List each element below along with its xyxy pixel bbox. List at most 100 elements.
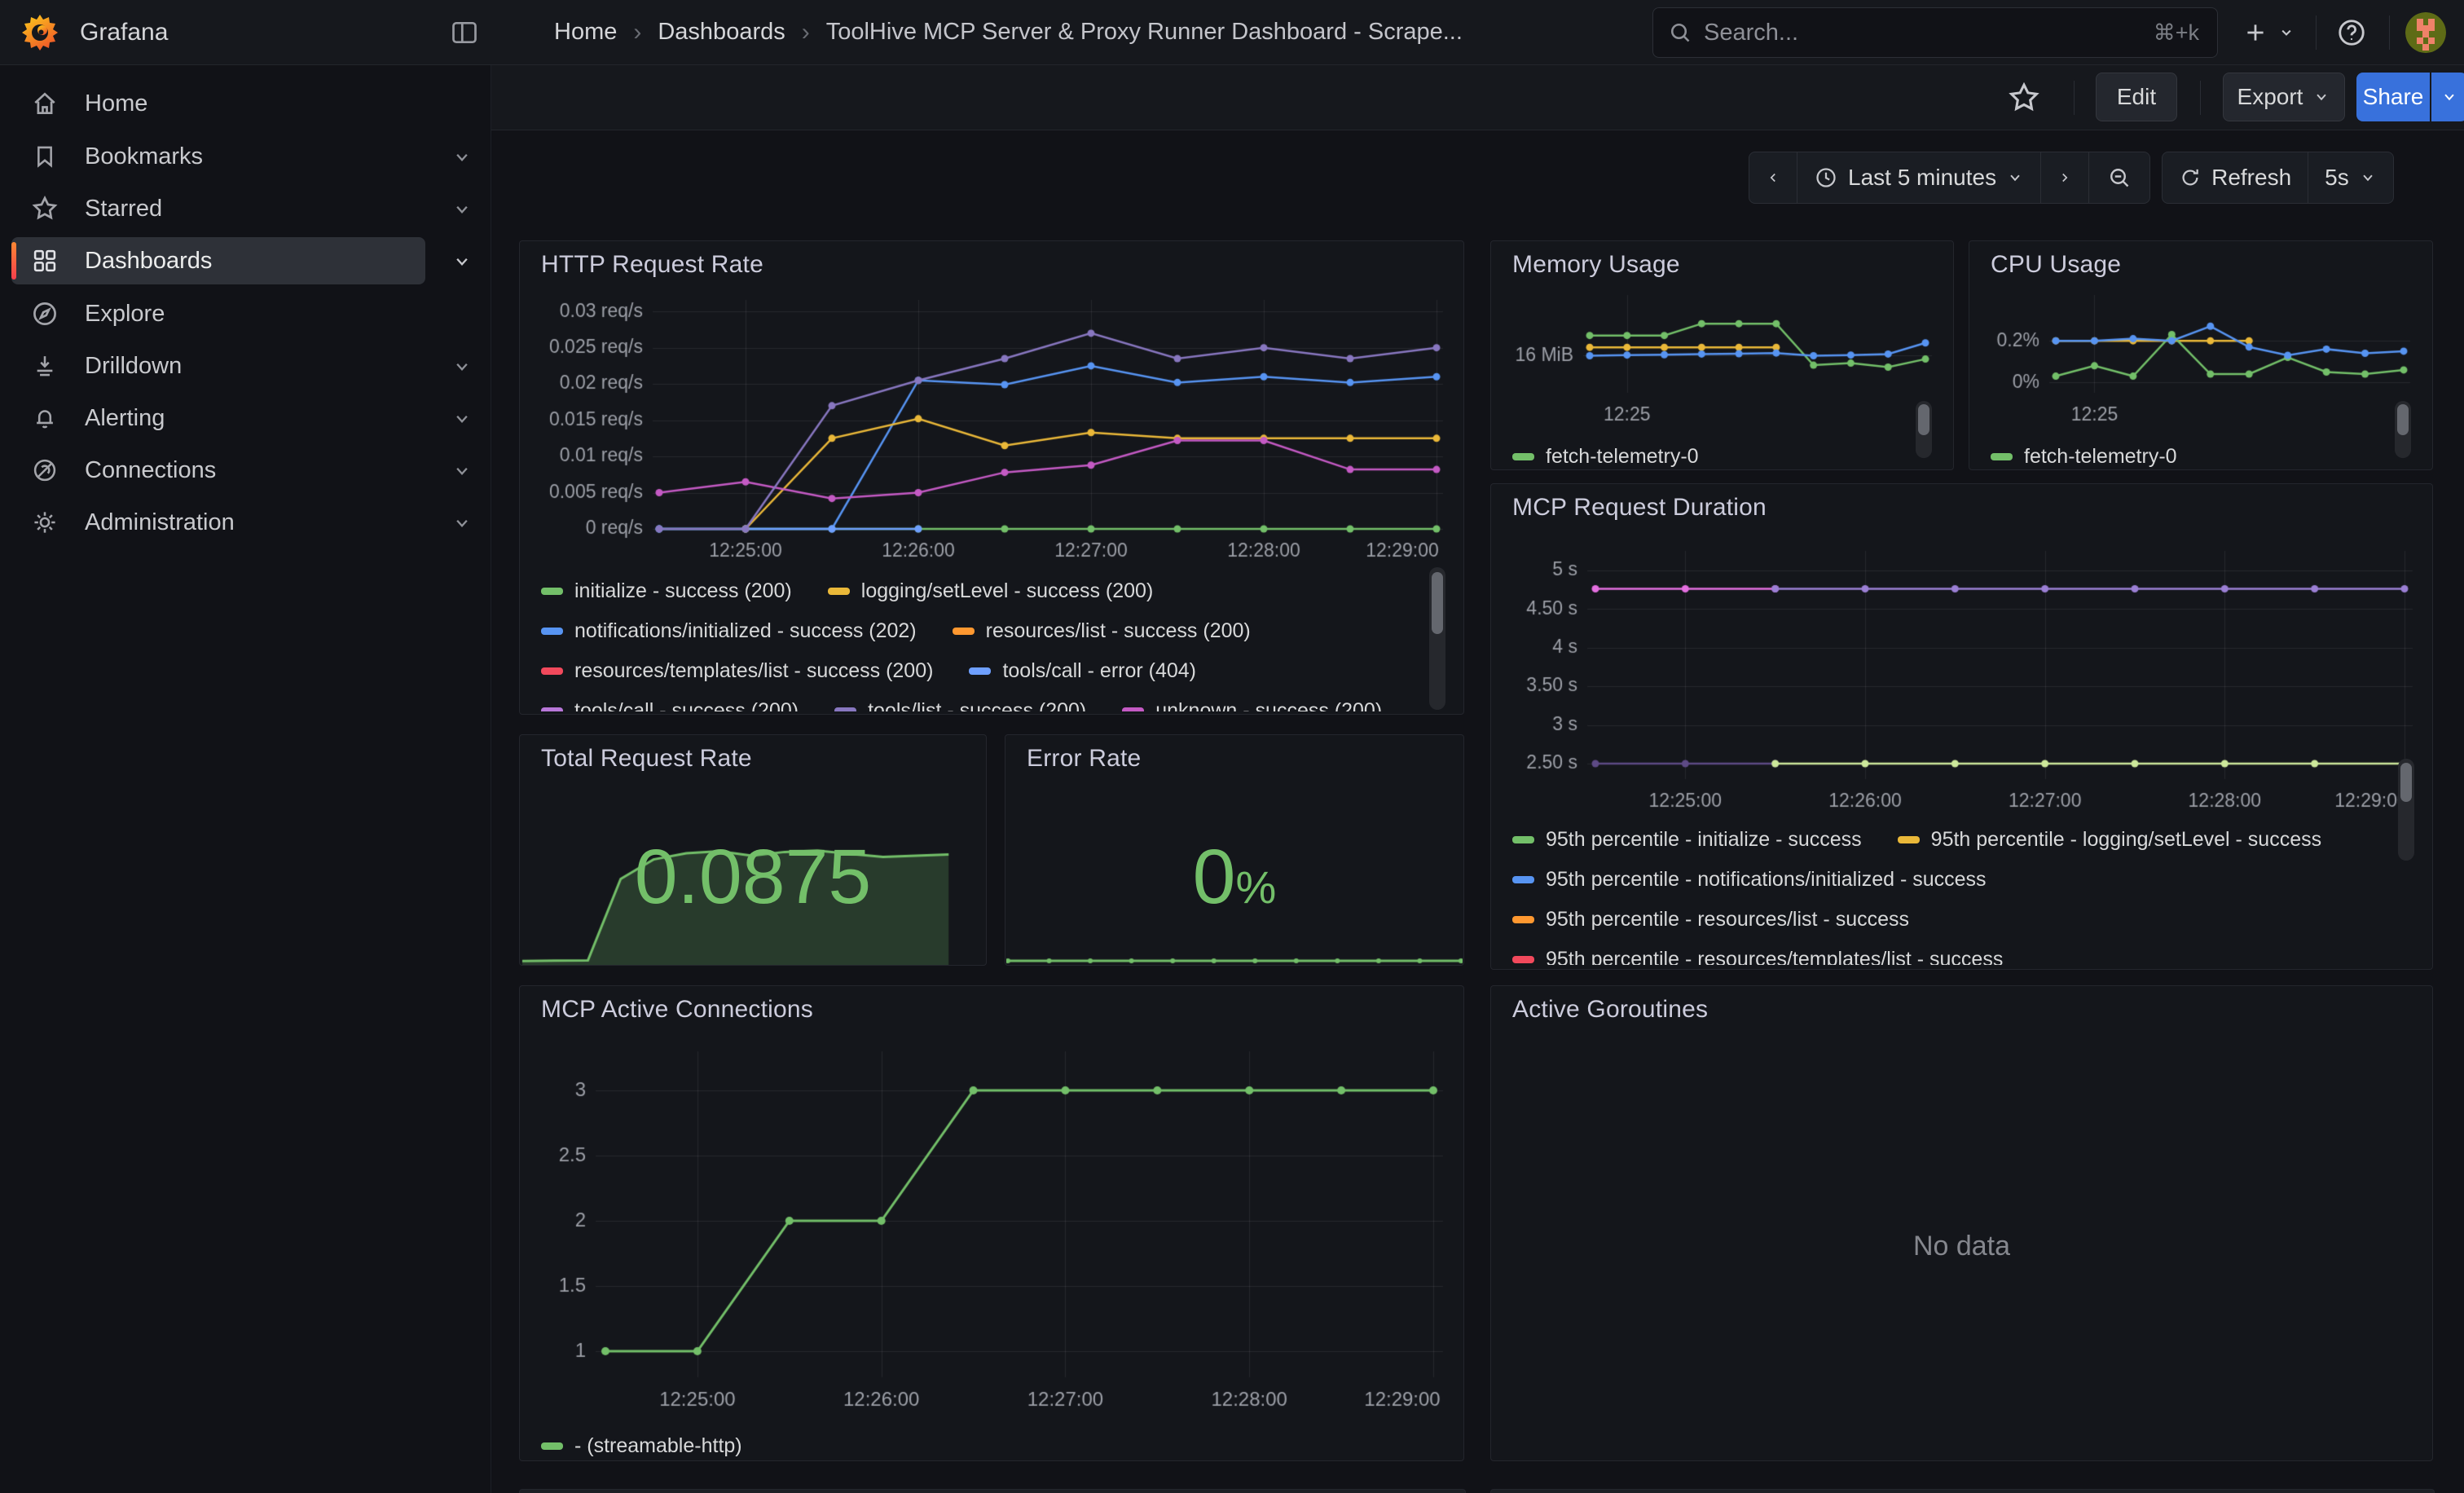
refresh-interval-picker[interactable]: 5s (2308, 152, 2393, 203)
toolbar-divider (2200, 81, 2201, 115)
compass-icon (29, 298, 60, 329)
chevron-down-icon[interactable] (451, 460, 473, 482)
sidebar-item-explore[interactable]: Explore (11, 290, 425, 337)
legend-item[interactable]: tools/call - success (200) (541, 699, 799, 711)
search-icon (1668, 20, 1692, 45)
search-placeholder: Search... (1704, 20, 1798, 46)
cpu-usage-chart[interactable] (1980, 288, 2420, 435)
stat-value: 0.0875 (520, 833, 986, 922)
next-row-panel-edge (1490, 1489, 2435, 1493)
legend-item[interactable]: 95th percentile - resources/templates/li… (1512, 948, 2003, 965)
legend-item[interactable]: unknown - success (200) (1122, 699, 1382, 711)
sidebar-item-home[interactable]: Home (11, 80, 425, 127)
legend-scrollbar[interactable] (1916, 401, 1932, 458)
drilldown-icon (29, 350, 60, 381)
sidebar-item-label: Drilldown (85, 353, 182, 380)
sidebar-item-administration[interactable]: Administration (11, 499, 425, 546)
favorite-star-button[interactable] (2006, 80, 2042, 116)
add-menu-chevron[interactable] (2275, 16, 2298, 49)
legend-swatch (541, 628, 563, 635)
grafana-logo-icon[interactable] (21, 13, 59, 51)
sidebar-toggle-icon[interactable] (450, 18, 479, 47)
chevron-down-icon[interactable] (451, 356, 473, 377)
panel-title[interactable]: HTTP Request Rate (541, 251, 763, 279)
legend-item[interactable]: resources/templates/list - success (200) (541, 659, 933, 683)
breadcrumb-current[interactable]: ToolHive MCP Server & Proxy Runner Dashb… (826, 19, 1463, 46)
chevron-down-icon[interactable] (451, 513, 473, 534)
time-shift-back-button[interactable] (1749, 152, 1797, 203)
legend-scrollbar[interactable] (2398, 759, 2414, 861)
legend-item[interactable]: fetch-telemetry-0 (1991, 445, 2177, 469)
legend-scrollbar[interactable] (1429, 567, 1445, 710)
sidebar-item-dashboards[interactable]: Dashboards (11, 237, 425, 284)
share-menu-button[interactable] (2431, 73, 2464, 121)
breadcrumb-home[interactable]: Home (554, 19, 617, 46)
legend-swatch (953, 628, 975, 635)
edit-button[interactable]: Edit (2096, 73, 2177, 121)
sidebar-item-starred[interactable]: Starred (11, 185, 425, 232)
help-button[interactable] (2335, 16, 2368, 49)
add-button[interactable] (2239, 16, 2272, 49)
panel-title[interactable]: Memory Usage (1512, 251, 1680, 279)
search-input[interactable]: Search... ⌘+k (1652, 7, 2218, 58)
legend-item[interactable]: initialize - success (200) (541, 579, 792, 603)
time-shift-forward-button[interactable] (2040, 152, 2088, 203)
share-button[interactable]: Share (2356, 73, 2430, 121)
chevron-down-icon[interactable] (451, 199, 473, 220)
legend-item[interactable]: fetch-telemetry-0 (1512, 445, 1699, 469)
legend-item[interactable]: 95th percentile - notifications/initiali… (1512, 868, 1987, 892)
legend-item[interactable]: 95th percentile - initialize - success (1512, 828, 1862, 852)
panel-active-goroutines: Active Goroutines No data (1490, 985, 2433, 1461)
share-button-label: Share (2363, 84, 2424, 110)
panel-error-rate: Error Rate 0% (1005, 734, 1464, 966)
chart-legend: initialize - success (200) logging/setLev… (541, 571, 1428, 711)
brand-title: Grafana (80, 0, 168, 64)
panel-title[interactable]: Error Rate (1027, 745, 1141, 773)
chevron-right-icon (2057, 168, 2072, 187)
user-avatar[interactable] (2405, 12, 2446, 53)
sidebar-item-drilldown[interactable]: Drilldown (11, 342, 425, 390)
http-request-rate-chart[interactable] (530, 292, 1453, 571)
sidebar-item-label: Bookmarks (85, 143, 203, 170)
connections-icon (29, 455, 60, 486)
panel-title[interactable]: Active Goroutines (1512, 996, 1708, 1024)
time-range-picker[interactable]: Last 5 minutes (1797, 152, 2040, 203)
panel-title[interactable]: Total Request Rate (541, 745, 752, 773)
sidebar-item-connections[interactable]: Connections (11, 447, 425, 494)
legend-item[interactable]: - (streamable-http) (541, 1434, 742, 1458)
legend-item[interactable]: resources/list - success (200) (953, 619, 1251, 643)
sidebar-item-alerting[interactable]: Alerting (11, 394, 425, 442)
sidebar-item-bookmarks[interactable]: Bookmarks (11, 133, 425, 180)
zoom-out-button[interactable] (2088, 152, 2149, 203)
legend-item[interactable]: logging/setLevel - success (200) (828, 579, 1154, 603)
legend-item[interactable]: 95th percentile - resources/list - succe… (1512, 908, 1909, 931)
memory-usage-chart[interactable] (1502, 288, 1942, 435)
sidebar-item-label: Dashboards (85, 248, 212, 275)
bell-icon (29, 403, 60, 434)
question-circle-icon (2336, 17, 2367, 48)
panel-title[interactable]: MCP Active Connections (541, 996, 813, 1024)
chevron-down-icon[interactable] (451, 147, 473, 168)
chart-legend: fetch-telemetry-0 (1991, 437, 2396, 469)
star-icon (29, 193, 60, 224)
stat-value: 0% (1005, 833, 1463, 922)
legend-item[interactable]: 95th percentile - logging/setLevel - suc… (1898, 828, 2321, 852)
legend-item[interactable]: tools/list - success (200) (834, 699, 1086, 711)
chevron-down-icon[interactable] (451, 251, 473, 272)
panel-title[interactable]: CPU Usage (1991, 251, 2121, 279)
topnav-divider (2316, 15, 2317, 50)
panel-title[interactable]: MCP Request Duration (1512, 494, 1767, 522)
time-range-label: Last 5 minutes (1848, 165, 1996, 191)
dashboard-toolbar: Edit Export Share (491, 65, 2464, 130)
chevron-down-icon[interactable] (451, 408, 473, 429)
mcp-active-connections-chart[interactable] (530, 1035, 1453, 1418)
legend-item[interactable]: tools/call - error (404) (969, 659, 1196, 683)
mcp-request-duration-chart[interactable] (1502, 535, 2422, 820)
legend-swatch (834, 707, 856, 711)
breadcrumb-dashboards[interactable]: Dashboards (658, 19, 785, 46)
panel-cpu-usage: CPU Usage fetch-telemetry-0 (1969, 240, 2433, 470)
export-button[interactable]: Export (2223, 73, 2345, 121)
legend-scrollbar[interactable] (2395, 401, 2411, 458)
legend-item[interactable]: notifications/initialized - success (202… (541, 619, 917, 643)
refresh-button[interactable]: Refresh (2163, 152, 2308, 203)
